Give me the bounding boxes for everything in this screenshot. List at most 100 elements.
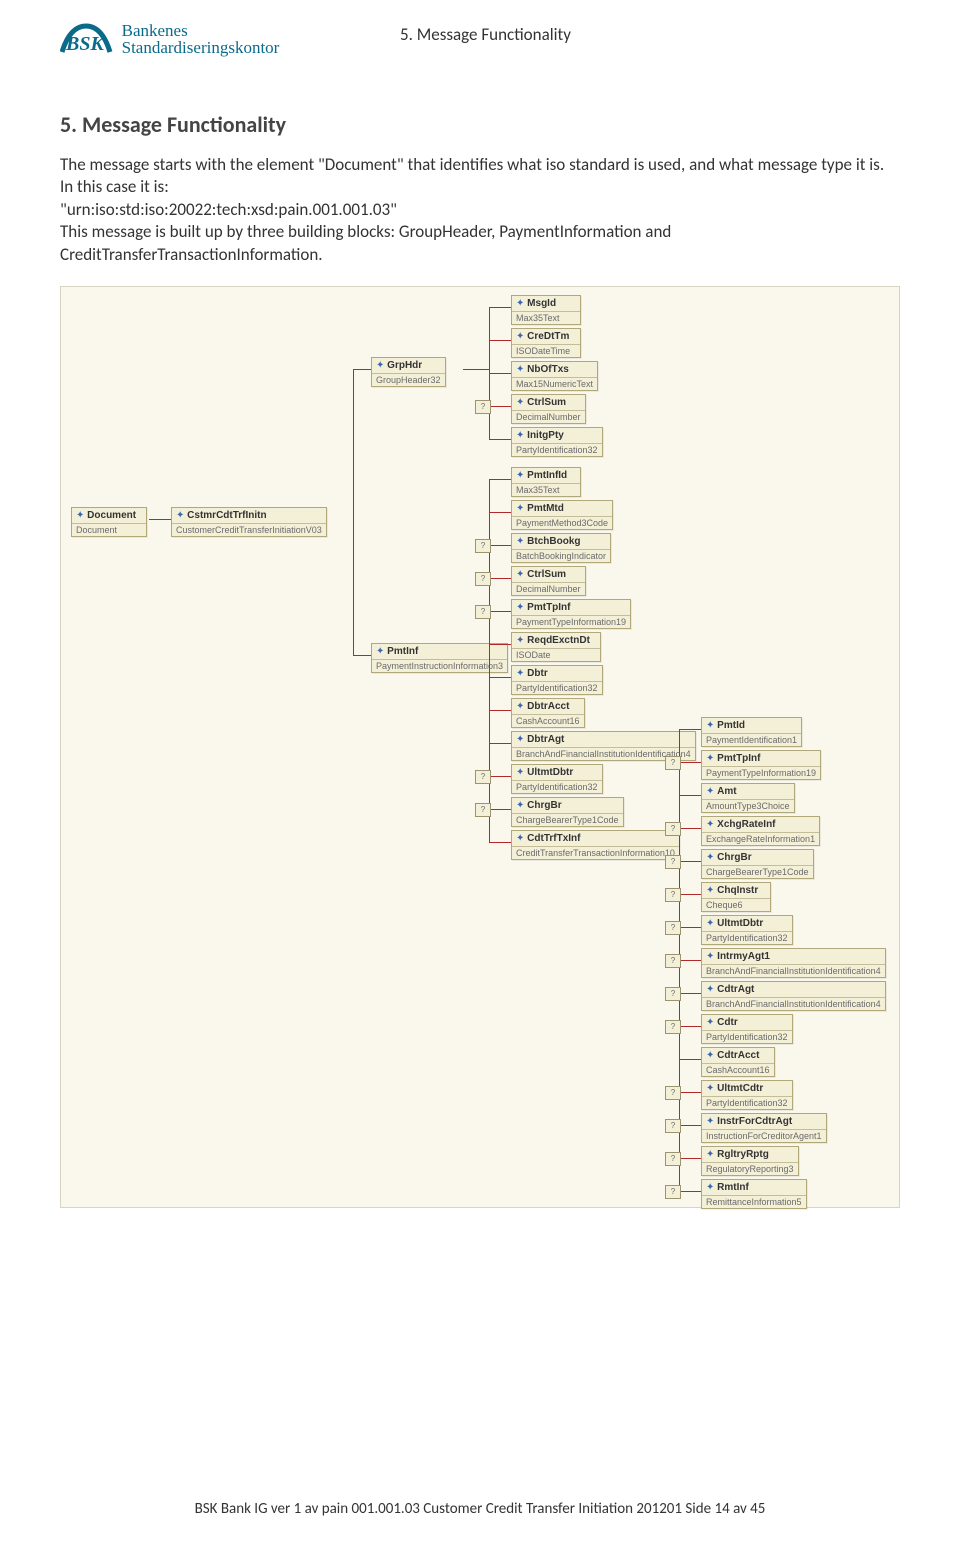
- page-footer: BSK Bank IG ver 1 av pain 001.001.03 Cus…: [0, 1500, 960, 1518]
- node-title: Dbtr: [512, 666, 602, 682]
- optional-icon: ?: [665, 1152, 681, 1166]
- node-type: BatchBookingIndicator: [512, 550, 610, 562]
- node-title: CdtrAgt: [702, 982, 885, 998]
- node-grphdr-msgid: MsgIdMax35Text: [511, 295, 581, 325]
- node-title: BtchBookg: [512, 534, 610, 550]
- optional-icon: ?: [665, 756, 681, 770]
- connector: [353, 369, 354, 655]
- node-title: ChrgBr: [512, 798, 623, 814]
- node-title: CstmrCdtTrfInitn: [172, 508, 326, 524]
- node-cdttrf-rmtinf: RmtInfRemittanceInformation5: [701, 1179, 807, 1209]
- node-type: PartyIdentification32: [702, 932, 792, 944]
- node-cdttrf-chrgbr: ChrgBrChargeBearerType1Code: [701, 849, 814, 879]
- connector: [679, 894, 701, 895]
- connector: [489, 439, 511, 440]
- section-body: The message starts with the element "Doc…: [60, 154, 900, 266]
- node-type: PartyIdentification32: [702, 1097, 792, 1109]
- connector: [489, 545, 511, 546]
- node-type: ChargeBearerType1Code: [512, 814, 623, 826]
- connector: [679, 828, 701, 829]
- connector: [679, 1026, 701, 1027]
- node-title: InitgPty: [512, 428, 602, 444]
- node-pmtinf-pmttpinf: PmtTpInfPaymentTypeInformation19: [511, 599, 631, 629]
- schema-diagram: DocumentDocument CstmrCdtTrfInitnCustomer…: [60, 286, 900, 1208]
- node-title: DbtrAgt: [512, 732, 695, 748]
- logo: BSK Bankenes Standardiseringskontor: [60, 22, 330, 63]
- node-title: InstrForCdtrAgt: [702, 1114, 826, 1130]
- node-title: ReqdExctnDt: [512, 633, 600, 649]
- optional-icon: ?: [475, 539, 491, 553]
- connector: [489, 809, 511, 810]
- node-title: CreDtTm: [512, 329, 580, 345]
- node-pmtinf-reqdexctndt: ReqdExctnDtISODate: [511, 632, 601, 662]
- node-cdttrf-pmttpinf: PmtTpInfPaymentTypeInformation19: [701, 750, 821, 780]
- para3: This message is built up by three buildi…: [60, 221, 671, 264]
- node-grphdr-credttm: CreDtTmISODateTime: [511, 328, 581, 358]
- connector: [489, 611, 511, 612]
- node-title: PmtTpInf: [512, 600, 630, 616]
- node-type: ISODateTime: [512, 345, 580, 357]
- connector: [679, 762, 701, 763]
- node-title: NbOfTxs: [512, 362, 597, 378]
- node-type: RemittanceInformation5: [702, 1196, 806, 1208]
- node-type: Max35Text: [512, 312, 580, 324]
- node-title: IntrmyAgt1: [702, 949, 885, 965]
- connector: [489, 578, 511, 579]
- node-grphdr-nboftxs: NbOfTxsMax15NumericText: [511, 361, 598, 391]
- node-type: BranchAndFinancialInstitutionIdentificat…: [702, 965, 885, 977]
- node-title: GrpHdr: [372, 358, 445, 374]
- optional-icon: ?: [475, 770, 491, 784]
- svg-text:BSK: BSK: [65, 33, 105, 55]
- node-type: DecimalNumber: [512, 583, 585, 595]
- node-pmtinf-dbtr: DbtrPartyIdentification32: [511, 665, 603, 695]
- connector: [489, 743, 511, 744]
- node-title: CdtTrfTxInf: [512, 831, 679, 847]
- node-title: UltmtDbtr: [512, 765, 602, 781]
- optional-icon: ?: [665, 1119, 681, 1133]
- node-cdttrf-instrforcdtragt: InstrForCdtrAgtInstructionForCreditorAge…: [701, 1113, 827, 1143]
- node-grphdr-ctrlsum: CtrlSumDecimalNumber: [511, 394, 586, 424]
- node-type: CashAccount16: [702, 1064, 774, 1076]
- node-cdttrf-cdtragt: CdtrAgtBranchAndFinancialInstitutionIden…: [701, 981, 886, 1011]
- node-title: ChrgBr: [702, 850, 813, 866]
- node-type: PaymentTypeInformation19: [512, 616, 630, 628]
- node-title: Document: [72, 508, 146, 524]
- connector: [149, 519, 171, 520]
- node-type: CreditTransferTransactionInformation10: [512, 847, 679, 859]
- node-title: CdtrAcct: [702, 1048, 774, 1064]
- connector: [489, 307, 511, 308]
- connector: [489, 406, 511, 407]
- node-pmtinf-pmtinfid: PmtInfIdMax35Text: [511, 467, 581, 497]
- node-title: Amt: [702, 784, 794, 800]
- node-pmtinf-dbtracct: DbtrAcctCashAccount16: [511, 698, 585, 728]
- node-title: ChqInstr: [702, 883, 770, 899]
- connector: [353, 655, 371, 656]
- node-type: RegulatoryReporting3: [702, 1163, 798, 1175]
- logo-mark-icon: BSK: [60, 22, 114, 63]
- node-title: PmtMtd: [512, 501, 612, 517]
- node-pmtinf-ctrlsum: CtrlSumDecimalNumber: [511, 566, 586, 596]
- optional-icon: ?: [665, 1185, 681, 1199]
- logo-text: Bankenes Standardiseringskontor: [122, 22, 280, 56]
- node-type: Document: [72, 524, 146, 536]
- node-type: PartyIdentification32: [512, 682, 602, 694]
- node-type: CustomerCreditTransferInitiationV03: [172, 524, 326, 536]
- optional-icon: ?: [475, 400, 491, 414]
- node-pmtinf-btchbookg: BtchBookgBatchBookingIndicator: [511, 533, 611, 563]
- connector: [679, 861, 701, 862]
- node-type: PaymentInstructionInformation3: [372, 660, 507, 672]
- node-grphdr-initgpty: InitgPtyPartyIdentification32: [511, 427, 603, 457]
- node-document: DocumentDocument: [71, 507, 147, 537]
- connector: [679, 795, 701, 796]
- connector: [679, 1059, 701, 1060]
- connector: [679, 927, 701, 928]
- connector: [489, 710, 511, 711]
- node-title: Cdtr: [702, 1015, 792, 1031]
- optional-icon: ?: [665, 822, 681, 836]
- node-type: Cheque6: [702, 899, 770, 911]
- node-title: PmtInf: [372, 644, 507, 660]
- node-type: AmountType3Choice: [702, 800, 794, 812]
- node-title: PmtTpInf: [702, 751, 820, 767]
- node-cdttrf-cdtracct: CdtrAcctCashAccount16: [701, 1047, 775, 1077]
- connector: [489, 512, 511, 513]
